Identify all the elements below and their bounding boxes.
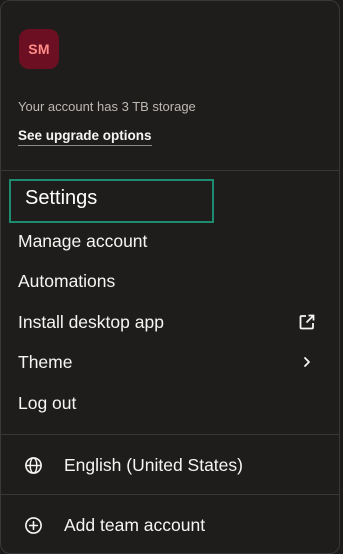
avatar[interactable]: SM	[19, 29, 59, 69]
divider	[1, 494, 339, 495]
menu-item-settings[interactable]: Settings	[25, 187, 97, 210]
plus-circle-icon	[23, 515, 43, 535]
globe-icon	[23, 455, 43, 475]
menu-item-theme[interactable]: Theme	[18, 347, 317, 377]
language-label: English (United States)	[64, 454, 243, 475]
see-upgrade-options-link[interactable]: See upgrade options	[18, 128, 152, 146]
external-link-icon	[297, 312, 317, 332]
menu-item-manage-account[interactable]: Manage account	[18, 226, 317, 256]
account-menu: SM Your account has 3 TB storage See upg…	[0, 0, 340, 554]
menu-item-automations[interactable]: Automations	[18, 266, 317, 296]
menu-item-install-desktop-app[interactable]: Install desktop app	[18, 307, 317, 337]
menu-item-label: Install desktop app	[18, 311, 164, 332]
storage-info-text: Your account has 3 TB storage	[18, 99, 196, 114]
menu-item-log-out[interactable]: Log out	[18, 388, 317, 418]
add-team-account-label: Add team account	[64, 514, 206, 535]
add-team-account-button[interactable]: Add team account	[23, 510, 317, 540]
divider	[1, 434, 339, 435]
chevron-right-icon	[297, 352, 317, 372]
language-selector[interactable]: English (United States)	[23, 450, 317, 480]
account-header: SM Your account has 3 TB storage See upg…	[1, 1, 339, 171]
menu-item-label: Automations	[18, 270, 116, 291]
menu-item-label: Log out	[18, 392, 77, 413]
divider	[1, 170, 339, 171]
menu-item-label: Theme	[18, 351, 73, 372]
menu-item-label: Manage account	[18, 230, 148, 251]
